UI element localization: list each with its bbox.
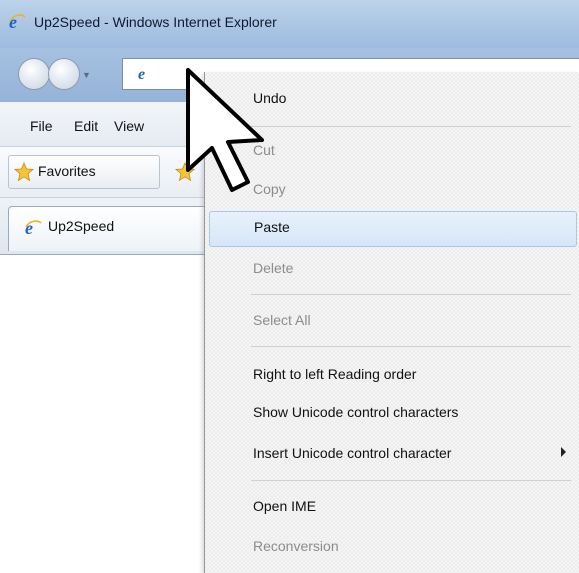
tab-label: Up2Speed: [48, 218, 115, 234]
browser-window: e Up2Speed - Windows Internet Explorer ▼…: [0, 0, 579, 573]
chevron-right-icon: [561, 447, 566, 457]
menu-separator: [251, 126, 571, 127]
menu-item-label: Right to left Reading order: [253, 366, 417, 382]
ie-icon: e: [25, 218, 42, 236]
recent-pages-dropdown-icon[interactable]: ▼: [82, 70, 91, 80]
menu-item-label: Paste: [254, 219, 290, 235]
menu-edit[interactable]: Edit: [74, 118, 98, 134]
menu-view[interactable]: View: [114, 118, 144, 134]
menu-item-label: Reconversion: [253, 538, 339, 554]
menu-item-paste[interactable]: Paste: [209, 211, 577, 247]
ie-icon: e: [9, 12, 26, 30]
back-button[interactable]: [18, 58, 50, 90]
menu-item-label: Select All: [253, 312, 311, 328]
menu-separator: [251, 480, 571, 481]
menu-item-reconversion[interactable]: Reconversion: [205, 530, 579, 564]
menu-item-insert-unicode-control[interactable]: Insert Unicode control character: [205, 437, 579, 471]
menu-file[interactable]: File: [30, 118, 53, 134]
menu-item-open-ime[interactable]: Open IME: [205, 490, 579, 524]
star-icon: [14, 162, 34, 182]
menu-item-select-all[interactable]: Select All: [205, 304, 579, 338]
menu-item-rtl-reading-order[interactable]: Right to left Reading order: [205, 358, 579, 392]
forward-button[interactable]: [48, 58, 80, 90]
menu-item-label: Open IME: [253, 498, 317, 514]
menu-item-label: Show Unicode control characters: [253, 404, 459, 420]
ie-icon: e: [138, 66, 145, 82]
favorites-label: Favorites: [38, 163, 96, 179]
menu-item-show-unicode-control[interactable]: Show Unicode control characters: [205, 396, 579, 430]
menu-item-label: Delete: [253, 260, 294, 276]
svg-text:e: e: [138, 66, 145, 82]
pointer-cursor-icon: [186, 68, 264, 192]
menu-item-label: Insert Unicode control character: [253, 445, 452, 461]
menu-separator: [251, 294, 571, 295]
menu-separator: [251, 346, 571, 347]
menu-item-delete[interactable]: Delete: [205, 252, 579, 286]
window-title: Up2Speed - Windows Internet Explorer: [34, 14, 277, 30]
